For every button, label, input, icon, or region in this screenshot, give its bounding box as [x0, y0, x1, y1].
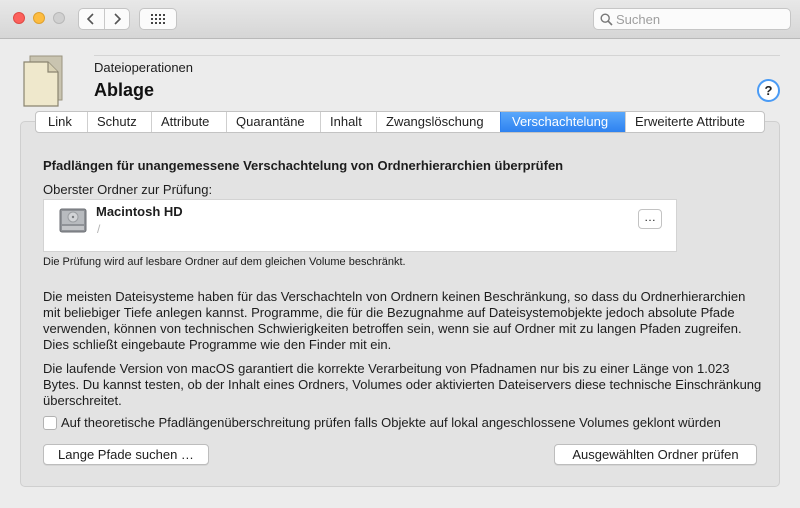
- folder-label: Oberster Ordner zur Prüfung:: [43, 182, 213, 197]
- chevron-left-icon: [87, 13, 94, 25]
- clone-check-checkbox[interactable]: [43, 416, 57, 430]
- tab-quarantaene[interactable]: Quarantäne: [226, 112, 320, 132]
- grid-icon: [151, 14, 165, 24]
- app-window: Dateioperationen Ablage ? Link Schutz At…: [0, 0, 800, 508]
- help-button[interactable]: ?: [757, 79, 780, 102]
- choose-folder-button[interactable]: …: [638, 209, 662, 229]
- chevron-right-icon: [114, 13, 121, 25]
- search-field[interactable]: [593, 8, 791, 30]
- volume-name: Macintosh HD: [96, 204, 183, 219]
- info-paragraph-1: Die meisten Dateisysteme haben für das V…: [43, 289, 746, 352]
- magnifier-icon: [600, 13, 613, 26]
- tab-zwangsloeschung[interactable]: Zwangslöschung: [376, 112, 500, 132]
- tab-link[interactable]: Link: [36, 112, 87, 132]
- zoom-window-button[interactable]: [53, 12, 65, 24]
- forward-button[interactable]: [103, 9, 130, 29]
- minimize-window-button[interactable]: [33, 12, 45, 24]
- tab-attribute[interactable]: Attribute: [151, 112, 226, 132]
- tab-inhalt[interactable]: Inhalt: [320, 112, 376, 132]
- page-title: Ablage: [94, 80, 155, 100]
- navigation-group: [78, 8, 130, 30]
- hard-drive-icon: [58, 205, 88, 240]
- check-selected-folder-button[interactable]: Ausgewählten Ordner prüfen: [554, 444, 757, 465]
- back-button[interactable]: [79, 9, 104, 29]
- close-window-button[interactable]: [13, 12, 25, 24]
- volume-selector[interactable]: Macintosh HD / …: [43, 199, 677, 252]
- tab-schutz[interactable]: Schutz: [87, 112, 151, 132]
- document-icon: [22, 54, 66, 113]
- tab-verschachtelung[interactable]: Verschachtelung: [500, 112, 625, 132]
- tab-bar: Link Schutz Attribute Quarantäne Inhalt …: [35, 111, 765, 133]
- title-bar: [0, 0, 800, 39]
- clone-check-label: Auf theoretische Pfadlängenüberschreitun…: [61, 415, 721, 430]
- help-label: ?: [764, 83, 773, 98]
- info-paragraph-2: Die laufende Version von macOS garantier…: [43, 361, 762, 408]
- section-title: Pfadlängen für unangemessene Verschachte…: [43, 158, 564, 173]
- volume-note: Die Prüfung wird auf lesbare Ordner auf …: [43, 256, 406, 268]
- category-subtitle: Dateioperationen: [94, 60, 194, 75]
- search-input[interactable]: [616, 11, 786, 27]
- find-long-paths-button[interactable]: Lange Pfade suchen …: [43, 444, 209, 465]
- show-all-button[interactable]: [139, 8, 177, 30]
- tab-erweiterte-attribute[interactable]: Erweiterte Attribute: [625, 112, 764, 132]
- header-divider: [94, 55, 780, 56]
- volume-path: /: [97, 222, 101, 236]
